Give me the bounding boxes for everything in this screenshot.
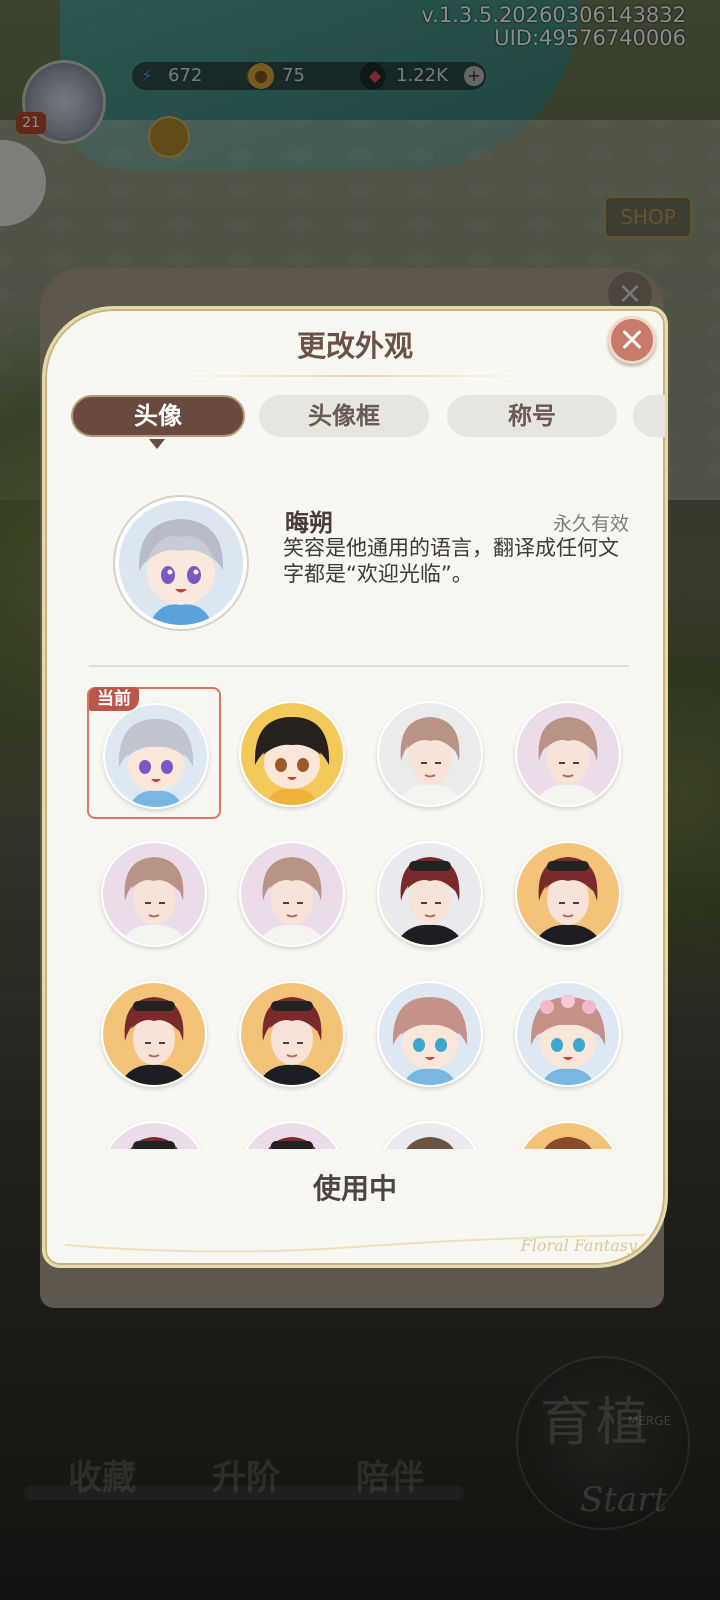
selected-avatar-preview	[115, 497, 247, 629]
current-badge: 当前	[89, 687, 139, 711]
avatar-option[interactable]	[363, 687, 495, 819]
avatar-portrait	[515, 841, 621, 947]
tab-more[interactable]	[633, 395, 665, 437]
avatar-portrait	[101, 981, 207, 1087]
avatar-portrait	[101, 1121, 207, 1149]
avatar-option[interactable]	[501, 827, 633, 959]
title-divider	[175, 375, 535, 377]
avatar-option[interactable]	[501, 967, 633, 1099]
tab-avatar-frame[interactable]: 头像框	[259, 395, 429, 437]
avatar-portrait	[239, 981, 345, 1087]
change-appearance-dialog: 更改外观 头像 头像框 称号 晦朔 永久有效 笑容是他通用的语言，翻译成任何文字…	[42, 306, 668, 1268]
avatar-option[interactable]: 当前	[87, 687, 221, 819]
avatar-portrait	[515, 1121, 621, 1149]
avatar-portrait	[515, 981, 621, 1087]
avatar-option[interactable]	[87, 967, 219, 1099]
brand-signature: Floral Fantasy	[520, 1236, 637, 1255]
active-tab-pointer	[149, 439, 165, 449]
avatar-portrait	[377, 841, 483, 947]
avatar-portrait	[515, 701, 621, 807]
avatar-portrait	[103, 703, 209, 809]
avatar-portrait	[239, 1121, 345, 1149]
dialog-title: 更改外观	[296, 329, 413, 363]
in-use-label[interactable]: 使用中	[45, 1167, 665, 1207]
avatar-option[interactable]	[363, 967, 495, 1099]
avatar-portrait	[377, 701, 483, 807]
avatar-option[interactable]	[363, 827, 495, 959]
section-divider	[89, 665, 629, 667]
avatar-option[interactable]	[501, 1107, 633, 1149]
avatar-portrait	[239, 701, 345, 807]
tab-bar: 头像 头像框 称号	[71, 395, 665, 439]
avatar-option[interactable]	[225, 827, 357, 959]
close-icon[interactable]	[608, 316, 656, 364]
avatar-option[interactable]	[87, 1107, 219, 1149]
avatar-option[interactable]	[225, 687, 357, 819]
avatar-name: 晦朔	[285, 508, 333, 537]
avatar-description: 笑容是他通用的语言，翻译成任何文字都是“欢迎光临”。	[283, 536, 619, 586]
avatar-option[interactable]	[87, 827, 219, 959]
avatar-portrait	[239, 841, 345, 947]
avatar-portrait	[377, 1121, 483, 1149]
avatar-validity: 永久有效	[552, 513, 629, 535]
avatar-option[interactable]	[501, 687, 633, 819]
avatar-option[interactable]	[363, 1107, 495, 1149]
avatar-portrait	[377, 981, 483, 1087]
avatar-portrait	[101, 841, 207, 947]
avatar-grid: 当前	[83, 681, 643, 1149]
tab-avatar[interactable]: 头像	[71, 395, 245, 437]
avatar-option[interactable]	[225, 967, 357, 1099]
chibi-silver-portrait	[119, 501, 243, 625]
avatar-option[interactable]	[225, 1107, 357, 1149]
tab-title[interactable]: 称号	[447, 395, 617, 437]
